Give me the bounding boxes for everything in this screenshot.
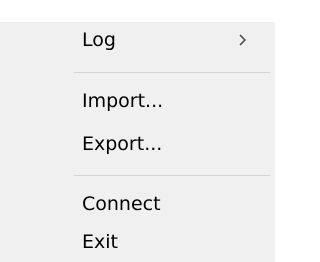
- menu-item-export[interactable]: Export...: [0, 126, 275, 162]
- menu-item-label: Log: [82, 29, 116, 51]
- menu-item-exit[interactable]: Exit: [0, 224, 275, 260]
- menu-item-log[interactable]: Log: [0, 22, 275, 58]
- menu-item-import[interactable]: Import...: [0, 83, 275, 119]
- context-menu: Log Import... Export... Connect Exit: [0, 0, 275, 262]
- menu-item-label: Import...: [82, 90, 164, 112]
- menu-item-label: Export...: [82, 133, 163, 155]
- menu-separator: [74, 72, 270, 73]
- menu-top-strip: [0, 0, 275, 22]
- menu-item-label: Exit: [82, 231, 118, 253]
- menu-separator: [74, 175, 270, 176]
- menu-item-label: Connect: [82, 193, 161, 215]
- chevron-right-icon: [239, 34, 247, 46]
- menu-item-connect[interactable]: Connect: [0, 186, 275, 222]
